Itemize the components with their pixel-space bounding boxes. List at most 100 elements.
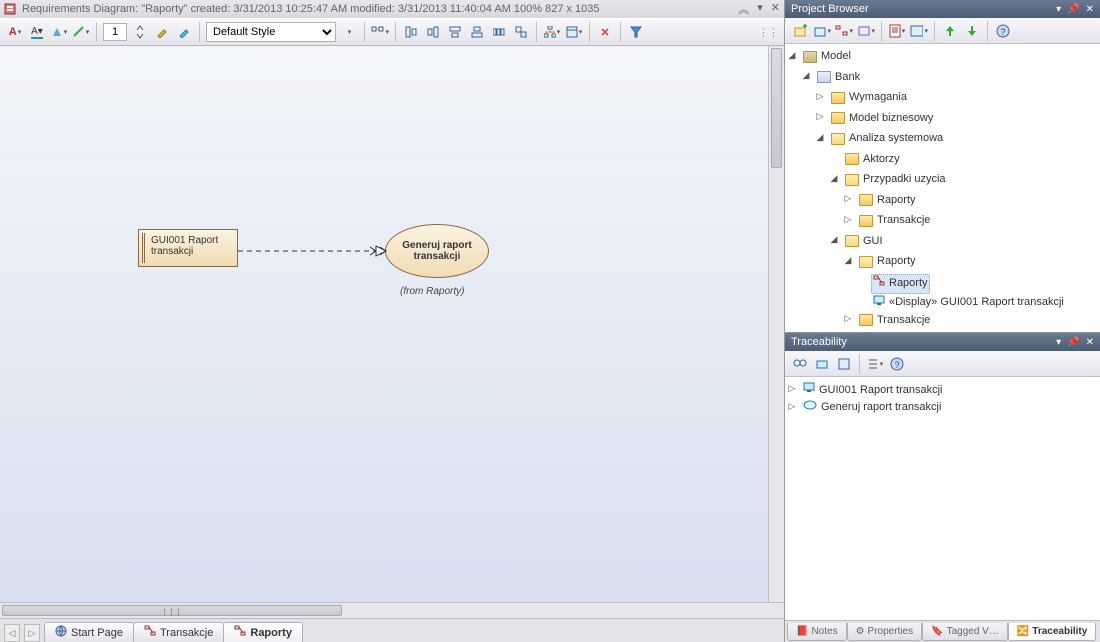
diagram-tab-icon — [234, 625, 246, 640]
menu-icon[interactable]: ▾ — [757, 1, 763, 17]
align-left-button[interactable] — [402, 23, 420, 41]
delete-button[interactable]: ✕ — [596, 23, 614, 41]
trace-item-gui001[interactable]: GUI001 Raport transakcji — [801, 381, 945, 399]
vertical-scrollbar[interactable] — [768, 46, 784, 602]
usecase-icon — [803, 399, 817, 416]
align-top-button[interactable] — [446, 23, 464, 41]
distribute-h-button[interactable] — [490, 23, 508, 41]
expand-toggle[interactable]: ▷ — [843, 314, 853, 324]
titlebar-text: Requirements Diagram: "Raporty" created:… — [22, 3, 600, 15]
project-browser-header[interactable]: Project Browser ▾ 📌 ✕ — [785, 0, 1100, 18]
traceability-title: Traceability — [791, 336, 847, 348]
new-model-button[interactable] — [791, 22, 809, 40]
expand-toggle[interactable]: ◢ — [829, 173, 839, 183]
tree-gui[interactable]: GUI — [843, 233, 885, 250]
options-button[interactable]: ▾ — [866, 355, 884, 373]
tab-notes[interactable]: 📕Notes — [787, 623, 847, 641]
expand-toggle[interactable]: ▷ — [843, 194, 853, 204]
tree-model[interactable]: Model — [801, 48, 853, 65]
toolbar-gripper[interactable]: ⋮⋮ — [758, 26, 778, 39]
package-icon — [817, 71, 831, 83]
documentation-button[interactable]: ▾ — [888, 22, 906, 40]
expand-toggle[interactable]: ▷ — [843, 214, 853, 224]
folder-icon — [845, 153, 859, 165]
pin-icon[interactable]: 📌 — [1067, 4, 1079, 15]
tab-transakcje[interactable]: Transakcje — [133, 622, 224, 642]
style-apply-button[interactable]: ▾ — [340, 23, 358, 41]
tab-properties[interactable]: ⚙Properties — [847, 623, 923, 641]
diagram-icon — [873, 275, 885, 293]
locate-button[interactable] — [813, 355, 831, 373]
pin-icon[interactable]: 📌 — [1067, 337, 1079, 348]
help-button[interactable]: ? — [888, 355, 906, 373]
expand-toggle[interactable]: ◢ — [801, 71, 811, 81]
tree-przypadki[interactable]: Przypadki uzycia — [843, 171, 948, 188]
horizontal-scrollbar[interactable]: | | | — [0, 602, 784, 618]
expand-toggle[interactable]: ▷ — [815, 112, 825, 122]
tab-next-button[interactable]: ▷ — [24, 624, 40, 642]
pencil-button[interactable] — [153, 23, 171, 41]
expand-toggle[interactable]: ◢ — [829, 235, 839, 245]
folder-open-icon — [831, 133, 845, 145]
diagram-node-artifact[interactable]: GUI001 Raport transakcji — [138, 229, 238, 267]
expand-toggle[interactable]: ▷ — [787, 383, 797, 393]
expand-toggle[interactable]: ▷ — [787, 401, 797, 411]
refresh-button[interactable] — [835, 355, 853, 373]
tree-diagram-raporty[interactable]: Raporty — [871, 274, 930, 294]
new-element-button[interactable]: ▾ — [857, 22, 875, 40]
tree-transakcje-uc[interactable]: Transakcje — [857, 212, 932, 229]
highlighter-button[interactable] — [175, 23, 193, 41]
tree-bank[interactable]: Bank — [815, 69, 862, 86]
trace-item-generuj[interactable]: Generuj raport transakcji — [801, 399, 943, 416]
close-icon[interactable]: ✕ — [1086, 4, 1094, 15]
tab-tagged-values[interactable]: 🔖Tagged V… — [922, 623, 1008, 641]
hierarchy-button[interactable]: ▾ — [543, 23, 561, 41]
expand-toggle[interactable]: ◢ — [815, 132, 825, 142]
align-bottom-button[interactable] — [468, 23, 486, 41]
move-up-button[interactable] — [941, 22, 959, 40]
tree-display-element[interactable]: «Display» GUI001 Raport transakcji — [871, 294, 1066, 312]
help-button[interactable]: ? — [994, 22, 1012, 40]
style-select[interactable]: Default Style — [206, 22, 336, 42]
close-icon[interactable]: ✕ — [1086, 337, 1094, 348]
tab-traceability[interactable]: 🔀Traceability — [1008, 623, 1096, 641]
diagram-canvas[interactable]: GUI001 Raport transakcji Generuj raport … — [0, 46, 784, 602]
collapse-icon[interactable]: ︽ — [738, 1, 749, 17]
filter-button[interactable] — [627, 23, 645, 41]
document-tabs: ◁ ▷ Start Page Transakcje Raporty — [0, 618, 784, 642]
tree-wymagania[interactable]: Wymagania — [829, 89, 909, 106]
new-diagram-button[interactable]: ▾ — [835, 22, 853, 40]
tree-aktorzy[interactable]: Aktorzy — [843, 151, 902, 168]
expand-toggle[interactable]: ◢ — [843, 255, 853, 265]
diagram-node-usecase[interactable]: Generuj raport transakcji — [385, 224, 489, 278]
panel-menu-icon[interactable]: ▾ — [1056, 4, 1061, 15]
fill-color-button[interactable]: ▾ — [50, 23, 68, 41]
font-button[interactable]: A▾ — [6, 23, 24, 41]
find-button[interactable] — [791, 355, 809, 373]
same-size-button[interactable] — [512, 23, 530, 41]
diagram-connector[interactable] — [238, 244, 388, 258]
new-package-button[interactable]: ▾ — [813, 22, 831, 40]
tab-start-page[interactable]: Start Page — [44, 622, 134, 642]
expand-toggle[interactable]: ▷ — [815, 91, 825, 101]
traceability-header[interactable]: Traceability ▾ 📌 ✕ — [785, 333, 1100, 351]
close-icon[interactable]: ✕ — [771, 1, 780, 17]
tab-prev-button[interactable]: ◁ — [4, 624, 20, 642]
tree-analiza[interactable]: Analiza systemowa — [829, 130, 945, 147]
tree-gui-transakcje[interactable]: Transakcje — [857, 312, 932, 329]
align-right-button[interactable] — [424, 23, 442, 41]
tree-raporty-uc[interactable]: Raporty — [857, 192, 918, 209]
tab-raporty[interactable]: Raporty — [223, 622, 303, 642]
expand-toggle[interactable]: ◢ — [787, 50, 797, 60]
zoom-stepper[interactable] — [131, 23, 149, 41]
layout-button[interactable]: ▾ — [371, 23, 389, 41]
tree-gui-raporty[interactable]: Raporty — [857, 253, 918, 270]
move-down-button[interactable] — [963, 22, 981, 40]
properties-button[interactable]: ▾ — [565, 23, 583, 41]
panel-menu-icon[interactable]: ▾ — [1056, 337, 1061, 348]
line-width-input[interactable] — [103, 23, 127, 41]
line-color-button[interactable]: ▾ — [72, 23, 90, 41]
font-color-button[interactable]: A▾ — [28, 23, 46, 41]
tools-button[interactable]: ▾ — [910, 22, 928, 40]
tree-model-biznesowy[interactable]: Model biznesowy — [829, 110, 935, 127]
